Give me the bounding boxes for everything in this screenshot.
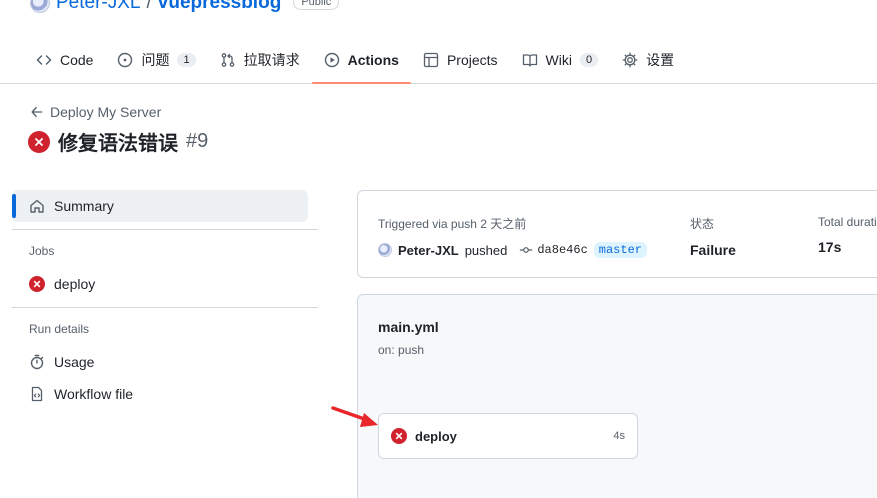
sidebar-divider: [12, 229, 318, 230]
tab-settings[interactable]: 设置: [610, 42, 686, 78]
stopwatch-icon: [30, 354, 44, 370]
owner-avatar[interactable]: [30, 0, 50, 13]
git-commit-icon: [520, 247, 533, 253]
x-circle-fill-icon: [28, 130, 50, 153]
repo-nav-tabs: Code 问题 1 拉取请求 Actions Projects Wiki 0 设…: [24, 42, 686, 84]
tab-label: 设置: [646, 52, 675, 68]
run-number: #9: [186, 130, 209, 152]
gear-icon: [622, 52, 638, 68]
tab-label: Actions: [347, 52, 399, 68]
sidebar-item-label: Summary: [54, 198, 114, 214]
tab-code[interactable]: Code: [24, 42, 105, 78]
status-column: 状态 Failure: [690, 215, 736, 258]
book-icon: [522, 54, 537, 67]
workflow-file-name: main.yml: [378, 319, 439, 335]
play-icon: [324, 52, 339, 68]
duration-label: Total duration: [818, 215, 877, 229]
repo-title: Peter-JXL / vuepressblog Public: [30, 0, 340, 14]
sidebar-item-summary[interactable]: Summary: [12, 190, 308, 222]
back-link-label: Deploy My Server: [50, 104, 162, 120]
tab-label: 拉取请求: [243, 52, 300, 68]
repo-path-separator: /: [146, 0, 152, 13]
branch-label[interactable]: master: [593, 242, 647, 258]
sidebar-item-label: Usage: [54, 354, 95, 370]
back-to-workflow-link[interactable]: Deploy My Server: [30, 104, 161, 120]
wiki-counter: 0: [579, 53, 599, 67]
trigger-label: Triggered via push 2 天之前: [378, 217, 527, 231]
tab-issues[interactable]: 问题 1: [105, 42, 207, 78]
x-circle-fill-icon: [391, 428, 407, 444]
repo-owner-link[interactable]: Peter-JXL: [56, 0, 140, 14]
sidebar-item-workflow-file[interactable]: Workflow file: [12, 378, 318, 410]
issues-counter: 1: [177, 53, 196, 67]
run-sidebar: Summary Jobs deploy Run details Usage Wo…: [12, 190, 318, 410]
trigger-details: Peter-JXL pushed da8e46c master: [378, 242, 647, 258]
job-duration: 4s: [613, 430, 625, 442]
sidebar-item-label: Workflow file: [54, 386, 134, 402]
commit-sha: da8e46c: [537, 243, 588, 257]
x-circle-fill-icon: [29, 276, 45, 292]
home-icon: [30, 199, 44, 213]
job-name: deploy: [415, 428, 457, 444]
tab-actions[interactable]: Actions: [311, 42, 412, 84]
code-icon: [36, 55, 52, 65]
job-node-deploy[interactable]: deploy 4s: [378, 413, 638, 459]
trigger-action-text: pushed: [464, 242, 508, 258]
sidebar-item-label: deploy: [54, 276, 96, 292]
tab-pull-requests[interactable]: 拉取请求: [208, 42, 312, 78]
visibility-badge: Public: [293, 0, 340, 10]
actor-link[interactable]: Peter-JXL: [398, 243, 459, 258]
run-title-text: 修复语法错误: [58, 133, 178, 155]
run-details-heading: Run details: [29, 322, 90, 336]
tab-label: 问题: [141, 52, 170, 68]
run-title: 修复语法错误 #9: [28, 127, 208, 156]
arrow-left-icon: [31, 106, 43, 118]
status-label: 状态: [690, 217, 715, 231]
repo-header: Peter-JXL / vuepressblog Public Code 问题 …: [0, 0, 877, 84]
sidebar-divider: [12, 307, 318, 308]
duration-value: 17s: [818, 239, 842, 255]
trigger-column: Triggered via push 2 天之前 Peter-JXL pushe…: [378, 215, 647, 258]
jobs-heading: Jobs: [29, 244, 55, 258]
actor-avatar[interactable]: [378, 243, 392, 257]
sidebar-item-usage[interactable]: Usage: [12, 346, 318, 378]
tab-label: Wiki: [545, 52, 572, 68]
status-value: Failure: [690, 242, 736, 258]
git-pull-request-icon: [221, 53, 234, 67]
annotation-arrow-icon: [331, 406, 378, 427]
tab-wiki[interactable]: Wiki 0: [510, 42, 611, 78]
workflow-graph-card: main.yml on: push deploy 4s: [357, 294, 877, 498]
table-icon: [423, 52, 439, 68]
commit-link[interactable]: da8e46c: [519, 243, 588, 257]
duration-column: Total duration 17s: [818, 215, 877, 255]
run-summary-card: Triggered via push 2 天之前 Peter-JXL pushe…: [357, 190, 877, 278]
workflow-trigger: on: push: [378, 343, 425, 357]
sidebar-item-deploy-job[interactable]: deploy: [12, 268, 318, 300]
tab-label: Code: [60, 52, 94, 68]
repo-name-link[interactable]: vuepressblog: [158, 0, 282, 14]
file-code-icon: [31, 386, 43, 402]
tab-projects[interactable]: Projects: [411, 42, 510, 78]
tab-label: Projects: [446, 52, 498, 68]
issue-opened-icon: [118, 52, 133, 68]
